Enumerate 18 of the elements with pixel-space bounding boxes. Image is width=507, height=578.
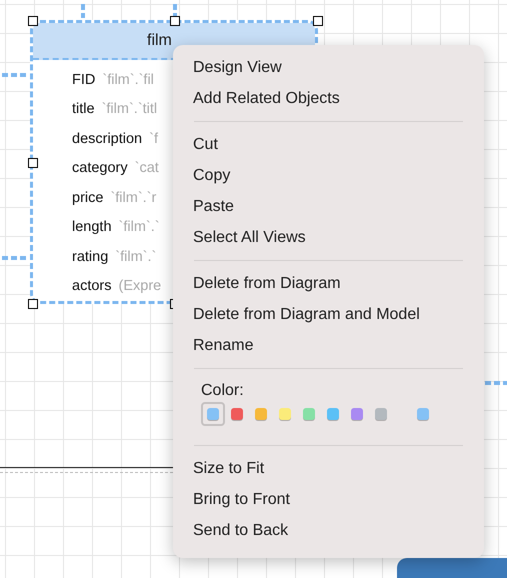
field-name: length [72,219,112,236]
color-label: Color: [200,381,245,400]
field-name: rating [72,248,108,265]
field-source: `film`.`r [110,190,156,206]
field-name: category [72,160,128,176]
field-source: `film`.`fil [102,72,154,88]
field-source: `f [149,130,158,147]
table-title: film [147,32,172,50]
field-source: `film`.`titl [102,101,158,118]
field-source: `cat [134,160,159,176]
field-name: price [72,190,104,206]
field-source: `film`.` [118,219,160,236]
field-source: (Expre [118,278,162,294]
field-name: title [72,101,95,118]
field-name: actors [72,278,112,294]
field-name: description [72,130,142,147]
field-name: FID [72,72,96,88]
field-source: `film`.` [115,248,156,265]
